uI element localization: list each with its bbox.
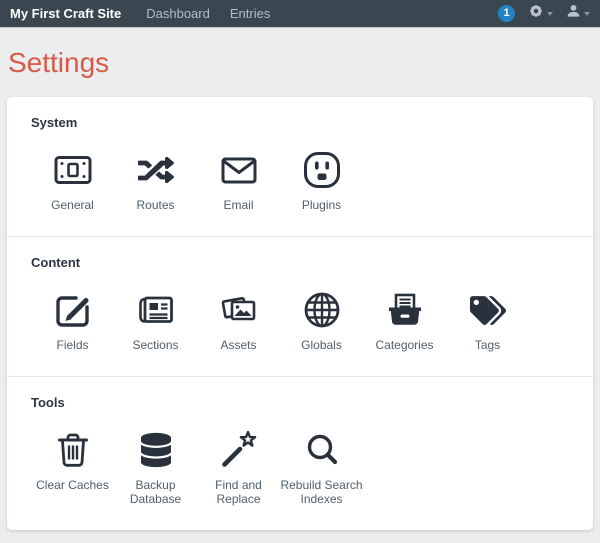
settings-menu-button[interactable] <box>528 3 553 24</box>
site-name-link[interactable]: My First Craft Site <box>10 6 121 21</box>
settings-tile-sections[interactable]: Sections <box>114 288 197 352</box>
tile-row: Clear Caches Backup Database Find and Re… <box>31 428 569 506</box>
tags-icon <box>469 288 506 332</box>
email-icon <box>221 148 257 192</box>
chevron-down-icon <box>547 11 553 16</box>
tile-label: Tags <box>474 338 501 352</box>
tile-label: Globals <box>301 338 342 352</box>
tile-label: General <box>51 198 94 212</box>
tile-label: Categories <box>375 338 434 352</box>
tile-label: Email <box>223 198 254 212</box>
tile-row: General Routes Email Plugins <box>31 148 569 212</box>
settings-tile-find-and-replace[interactable]: Find and Replace <box>197 428 280 506</box>
fields-icon <box>55 288 91 332</box>
tile-label: Clear Caches <box>36 478 109 492</box>
sections-icon <box>138 288 174 332</box>
nav-link-entries[interactable]: Entries <box>220 6 280 21</box>
updates-badge[interactable]: 1 <box>498 5 515 22</box>
tile-label: Assets <box>220 338 257 352</box>
settings-tile-clear-caches[interactable]: Clear Caches <box>31 428 114 506</box>
topbar: My First Craft Site Dashboard Entries 1 <box>0 0 600 27</box>
settings-tile-routes[interactable]: Routes <box>114 148 197 212</box>
clear-caches-icon <box>57 428 89 472</box>
account-menu-button[interactable] <box>566 3 590 24</box>
settings-tile-rebuild-search-indexes[interactable]: Rebuild Search Indexes <box>280 428 363 506</box>
settings-tile-assets[interactable]: Assets <box>197 288 280 352</box>
section-tools: Tools Clear Caches Backup Database Find … <box>7 376 593 530</box>
categories-icon <box>387 288 423 332</box>
tile-label: Find and Replace <box>215 478 262 506</box>
settings-tile-tags[interactable]: Tags <box>446 288 529 352</box>
globals-icon <box>303 288 341 332</box>
settings-tile-globals[interactable]: Globals <box>280 288 363 352</box>
gear-icon <box>528 3 544 24</box>
routes-icon <box>137 148 174 192</box>
section-heading: Tools <box>31 395 65 410</box>
section-system: System General Routes Email Plugins <box>7 97 593 236</box>
general-icon <box>54 148 92 192</box>
section-heading: System <box>31 115 78 130</box>
rebuild-search-icon <box>305 428 339 472</box>
settings-tile-plugins[interactable]: Plugins <box>280 148 363 212</box>
find-replace-icon <box>220 428 258 472</box>
nav-link-dashboard[interactable]: Dashboard <box>136 6 220 21</box>
settings-tile-fields[interactable]: Fields <box>31 288 114 352</box>
settings-panel: System General Routes Email Plugins Cont… <box>7 97 593 530</box>
topbar-right: 1 <box>498 3 590 24</box>
tile-row: Fields Sections Assets Globals Categorie… <box>31 288 569 352</box>
settings-tile-backup-database[interactable]: Backup Database <box>114 428 197 506</box>
assets-icon <box>221 288 257 332</box>
user-icon <box>566 3 581 24</box>
settings-tile-categories[interactable]: Categories <box>363 288 446 352</box>
backup-database-icon <box>140 428 171 472</box>
tile-label: Rebuild Search Indexes <box>280 478 363 506</box>
tile-label: Backup Database <box>129 478 182 506</box>
tile-label: Fields <box>56 338 89 352</box>
settings-tile-email[interactable]: Email <box>197 148 280 212</box>
plugins-icon <box>303 148 341 192</box>
tile-label: Routes <box>136 198 175 212</box>
section-heading: Content <box>31 255 81 270</box>
tile-label: Sections <box>132 338 179 352</box>
section-content: Content Fields Sections Assets Globals C… <box>7 236 593 376</box>
chevron-down-icon <box>584 11 590 16</box>
page-header: Settings <box>0 27 600 97</box>
settings-tile-general[interactable]: General <box>31 148 114 212</box>
page-title: Settings <box>8 47 110 78</box>
tile-label: Plugins <box>301 198 342 212</box>
